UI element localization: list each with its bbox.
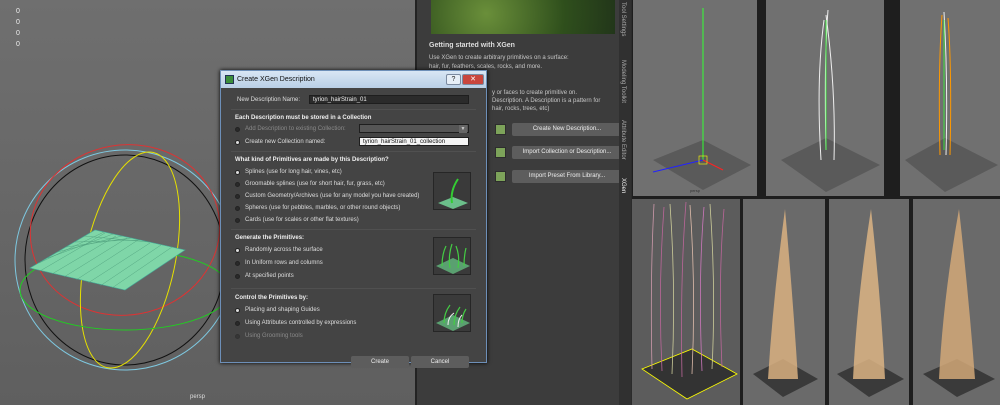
new-description-label: New Description Name: — [237, 97, 301, 103]
progress-thumbnails: persp — [632, 0, 1000, 405]
generate-radio-uniform[interactable] — [235, 261, 240, 266]
thumbnail-single-guide: persp — [633, 0, 757, 196]
new-description-name-input[interactable]: tyrion_hairStrain_01 — [309, 95, 469, 104]
splines-preview-image — [433, 172, 471, 210]
import-collection-button[interactable]: Import Collection or Description... — [512, 146, 622, 159]
primitive-radio-groomable[interactable] — [235, 182, 240, 187]
control-option-label: Using Grooming tools — [245, 333, 303, 339]
create-description-icon — [495, 124, 506, 135]
primitive-radio-custom-geometry[interactable] — [235, 194, 240, 199]
primitive-option-label: Splines (use for long hair, vines, etc) — [245, 169, 342, 175]
generate-option-label: At specified points — [245, 273, 294, 279]
close-button[interactable]: ✕ — [462, 74, 484, 85]
viewport-hud: 0 0 0 0 — [16, 6, 20, 50]
control-option-label: Using Attributes controlled by expressio… — [245, 320, 357, 326]
generate-section-title: Generate the Primitives: — [235, 235, 305, 241]
tab-attribute-editor[interactable]: Attribute Editor — [620, 120, 626, 160]
help-button[interactable]: ? — [446, 74, 461, 85]
add-existing-collection-label: Add Description to existing Collection: — [245, 126, 346, 132]
control-radio-grooming[interactable] — [235, 334, 240, 339]
primitive-radio-splines[interactable] — [235, 170, 240, 175]
generate-option-label: In Uniform rows and columns — [245, 260, 323, 266]
thumbnail-rendered-strand-2 — [829, 199, 909, 405]
create-new-collection-radio[interactable] — [235, 140, 240, 145]
control-option-label: Placing and shaping Guides — [245, 307, 320, 313]
primitive-option-label: Spheres (use for pebbles, marbles, or ot… — [245, 205, 401, 211]
dialog-body: New Description Name: tyrion_hairStrain_… — [221, 88, 486, 368]
hud-value: 0 — [16, 41, 20, 48]
tab-xgen[interactable]: XGen — [620, 178, 626, 193]
generate-radio-points[interactable] — [235, 274, 240, 279]
side-tab-strip: Tool Settings Modeling Toolkit Attribute… — [619, 0, 631, 405]
xgen-banner-image — [431, 0, 615, 34]
generate-radio-random[interactable] — [235, 248, 240, 253]
scene-multi-guides — [781, 9, 880, 192]
generate-option-label: Randomly across the surface — [245, 247, 323, 253]
primitive-radio-cards[interactable] — [235, 218, 240, 223]
import-collection-icon — [495, 147, 506, 158]
tab-modeling-toolkit[interactable]: Modeling Toolkit — [620, 60, 626, 103]
collection-name-input[interactable]: tyrion_hairStrain_01_collection — [359, 137, 469, 146]
scene-rendered-strand — [923, 209, 995, 397]
divider — [231, 288, 476, 289]
grass-preview — [436, 243, 470, 274]
scene-dense-hair — [641, 201, 738, 400]
create-new-description-button[interactable]: Create New Description... — [512, 123, 622, 136]
scene-rendered-strand — [837, 209, 904, 397]
primitives-section-title: What kind of Primitives are made by this… — [235, 157, 389, 163]
divider — [231, 229, 476, 230]
primitive-option-label: Custom Geometry/Archives (use for any mo… — [245, 193, 420, 199]
control-preview-image — [433, 294, 471, 332]
thumbnail-label: persp — [689, 188, 700, 193]
create-xgen-description-dialog: Create XGen Description ? ✕ New Descript… — [220, 70, 487, 368]
divider — [231, 109, 476, 110]
cancel-button[interactable]: Cancel — [411, 356, 469, 368]
xgen-help-line: hair, rocks, trees, etc) — [492, 106, 550, 112]
existing-collection-dropdown[interactable]: ▼ — [359, 124, 469, 133]
xgen-help-line: Description. A Description is a pattern … — [492, 98, 601, 104]
generate-preview-image — [433, 237, 471, 275]
spline-strand-preview — [438, 178, 468, 209]
scene-rendered-strand — [753, 209, 818, 397]
dialog-titlebar[interactable]: Create XGen Description ? ✕ — [221, 71, 486, 88]
primitive-radio-spheres[interactable] — [235, 206, 240, 211]
collection-section-title: Each Description must be stored in a Col… — [235, 115, 372, 121]
hud-value: 0 — [16, 19, 20, 26]
thumbnail-dense-hair — [632, 199, 740, 405]
primitive-option-label: Groomable splines (use for short hair, f… — [245, 181, 385, 187]
camera-label: persp — [190, 394, 206, 400]
thumbnail-rendered-strand-3 — [913, 199, 1000, 405]
xgen-help-line: y or faces to create primitive on. — [492, 90, 578, 96]
control-radio-guides[interactable] — [235, 308, 240, 313]
xgen-title: Getting started with XGen — [429, 42, 515, 49]
hud-value: 0 — [16, 30, 20, 37]
add-existing-collection-radio[interactable] — [235, 127, 240, 132]
scene-single-guide — [652, 8, 751, 190]
chevron-down-icon: ▼ — [459, 125, 467, 133]
thumbnail-multi-guides — [766, 0, 884, 196]
divider — [231, 151, 476, 152]
tab-tool-settings[interactable]: Tool Settings — [620, 2, 626, 36]
scene-colored-guides — [905, 11, 998, 192]
guides-preview — [436, 304, 470, 331]
thumbnail-colored-guides — [900, 0, 1000, 196]
import-preset-icon — [495, 171, 506, 182]
maya-app-icon — [225, 75, 234, 84]
xgen-intro-line: Use XGen to create arbitrary primitives … — [429, 55, 569, 61]
create-new-collection-label: Create new Collection named: — [245, 139, 326, 145]
hud-value: 0 — [16, 8, 20, 15]
dialog-title: Create XGen Description — [237, 76, 315, 83]
thumbnail-rendered-strand-1 — [743, 199, 825, 405]
primitive-option-label: Cards (use for scales or other flat text… — [245, 217, 359, 223]
import-preset-button[interactable]: Import Preset From Library... — [512, 170, 622, 183]
create-button[interactable]: Create — [351, 356, 409, 368]
control-section-title: Control the Primitives by: — [235, 295, 309, 301]
control-radio-attributes[interactable] — [235, 321, 240, 326]
